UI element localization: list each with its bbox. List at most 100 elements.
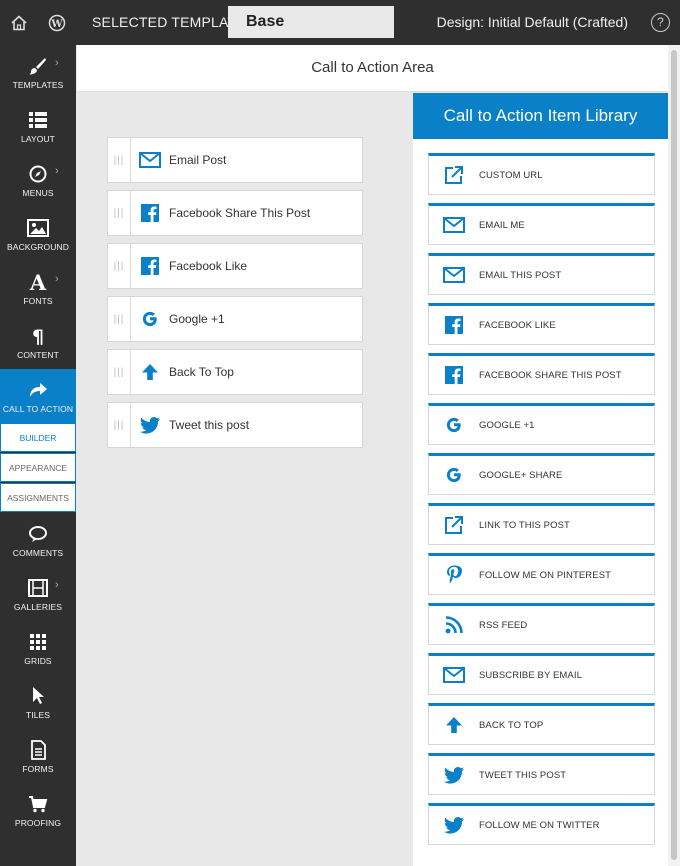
library-item-label: SUBSCRIBE BY EMAIL (479, 669, 582, 681)
drag-handle-icon[interactable]: ||| (108, 191, 131, 235)
drag-handle-icon[interactable]: ||| (108, 297, 131, 341)
sidebar-item-comments[interactable]: COMMENTS (0, 513, 76, 567)
drag-handle-icon[interactable]: ||| (108, 244, 131, 288)
sidebar-item-templates[interactable]: › TEMPLATES (0, 45, 76, 99)
library-item-back-to-top[interactable]: BACK TO TOP (428, 703, 655, 745)
sidebar-item-grids[interactable]: GRIDS (0, 621, 76, 675)
library-item-follow-twitter[interactable]: FOLLOW ME ON TWITTER (428, 803, 655, 845)
sidebar-item-tiles[interactable]: TILES (0, 675, 76, 729)
design-label[interactable]: Design: Initial Default (Crafted) (437, 0, 628, 45)
library-item-label: FOLLOW ME ON PINTEREST (479, 569, 612, 581)
cursor-icon (30, 685, 46, 707)
google-icon (429, 466, 479, 484)
sidebar-item-label: FORMS (22, 763, 54, 774)
google-icon (131, 310, 169, 328)
builder-item-google-plus-one[interactable]: ||| Google +1 (107, 296, 363, 342)
facebook-icon (131, 257, 169, 275)
sidebar-item-fonts[interactable]: › A FONTS (0, 261, 76, 315)
chevron-right-icon: › (55, 579, 59, 591)
wordpress-icon[interactable]: W (38, 0, 76, 45)
font-icon: A (28, 271, 48, 293)
sidebar-item-galleries[interactable]: › GALLERIES (0, 567, 76, 621)
drag-handle-icon[interactable]: ||| (108, 350, 131, 394)
help-icon[interactable]: ? (651, 13, 670, 32)
template-name-field[interactable]: Base (228, 6, 394, 38)
sidebar-item-call-to-action[interactable]: CALL TO ACTION (0, 369, 76, 423)
svg-text:¶: ¶ (32, 326, 44, 346)
library-item-label: BACK TO TOP (479, 719, 544, 731)
sidebar-item-label: TILES (25, 709, 51, 720)
library-item-facebook-share[interactable]: FACEBOOK SHARE THIS POST (428, 353, 655, 395)
library-item-google-plus-one[interactable]: GOOGLE +1 (428, 403, 655, 445)
arrow-up-icon (131, 363, 169, 381)
library-title: Call to Action Item Library (413, 93, 668, 139)
home-icon[interactable] (0, 0, 38, 45)
subnav-builder[interactable]: BUILDER (0, 423, 76, 452)
sidebar-item-label: GRIDS (24, 655, 52, 666)
sidebar-item-layout[interactable]: LAYOUT (0, 99, 76, 153)
twitter-icon (131, 416, 169, 434)
library-item-subscribe-by-email[interactable]: SUBSCRIBE BY EMAIL (428, 653, 655, 695)
share-arrow-icon (28, 379, 48, 401)
library-item-label: CUSTOM URL (479, 169, 543, 181)
sidebar-item-menus[interactable]: › MENUS (0, 153, 76, 207)
library-item-email-this-post[interactable]: EMAIL THIS POST (428, 253, 655, 295)
subnav-appearance[interactable]: APPEARANCE (0, 453, 76, 482)
builder-item-label: Email Post (169, 153, 227, 167)
sidebar-item-proofing[interactable]: PROOFING (0, 783, 76, 837)
drag-handle-icon[interactable]: ||| (108, 403, 131, 447)
pinterest-icon (429, 565, 479, 585)
facebook-icon (131, 204, 169, 222)
image-icon (27, 217, 49, 239)
compass-icon (29, 163, 47, 185)
grid-icon (29, 631, 47, 653)
library-item-google-plus-share[interactable]: GOOGLE+ SHARE (428, 453, 655, 495)
library-item-label: TWEET THIS POST (479, 769, 567, 781)
arrow-up-icon (429, 716, 479, 734)
builder-item-back-to-top[interactable]: ||| Back To Top (107, 349, 363, 395)
sidebar-item-background[interactable]: BACKGROUND (0, 207, 76, 261)
drag-handle-icon[interactable]: ||| (108, 138, 131, 182)
library-item-follow-pinterest[interactable]: FOLLOW ME ON PINTEREST (428, 553, 655, 595)
external-link-icon (429, 515, 479, 535)
facebook-icon (429, 316, 479, 334)
sidebar-item-forms[interactable]: FORMS (0, 729, 76, 783)
selected-template-label: SELECTED TEMPLATE (92, 14, 246, 30)
library-item-rss-feed[interactable]: RSS FEED (428, 603, 655, 645)
library-item-label: FACEBOOK LIKE (479, 319, 556, 331)
email-icon (429, 217, 479, 233)
library-item-link-to-this-post[interactable]: LINK TO THIS POST (428, 503, 655, 545)
library-item-label: FACEBOOK SHARE THIS POST (479, 369, 622, 381)
scrollbar-thumb[interactable] (671, 50, 677, 860)
chat-icon (28, 523, 48, 545)
builder-item-tweet-this-post[interactable]: ||| Tweet this post (107, 402, 363, 448)
library-item-label: FOLLOW ME ON TWITTER (479, 819, 600, 831)
external-link-icon (429, 165, 479, 185)
svg-text:A: A (29, 272, 47, 292)
sidebar-item-content[interactable]: ¶ CONTENT (0, 315, 76, 369)
call-to-action-item-library: Call to Action Item Library CUSTOM URL E… (413, 93, 668, 866)
list-icon (28, 109, 48, 131)
page-title: Call to Action Area (77, 45, 668, 92)
subnav-assignments[interactable]: ASSIGNMENTS (0, 483, 76, 512)
brush-icon (28, 55, 48, 77)
sidebar-item-label: BACKGROUND (7, 241, 69, 252)
cart-icon (28, 793, 48, 815)
library-item-custom-url[interactable]: CUSTOM URL (428, 153, 655, 195)
builder-item-facebook-share[interactable]: ||| Facebook Share This Post (107, 190, 363, 236)
builder-item-facebook-like[interactable]: ||| Facebook Like (107, 243, 363, 289)
library-item-tweet-this-post[interactable]: TWEET THIS POST (428, 753, 655, 795)
email-icon (429, 667, 479, 683)
builder-item-label: Google +1 (169, 312, 225, 326)
svg-text:W: W (50, 18, 63, 29)
library-item-facebook-like[interactable]: FACEBOOK LIKE (428, 303, 655, 345)
sidebar-item-label: CONTENT (17, 349, 59, 360)
library-item-email-me[interactable]: EMAIL ME (428, 203, 655, 245)
sidebar: › TEMPLATES LAYOUT › MENUS BACKGROUND › … (0, 45, 76, 866)
builder-item-email-post[interactable]: ||| Email Post (107, 137, 363, 183)
builder-item-label: Facebook Share This Post (169, 206, 311, 220)
sidebar-item-label: LAYOUT (21, 133, 55, 144)
chevron-right-icon: › (55, 165, 59, 177)
twitter-icon (429, 766, 479, 784)
email-icon (429, 267, 479, 283)
